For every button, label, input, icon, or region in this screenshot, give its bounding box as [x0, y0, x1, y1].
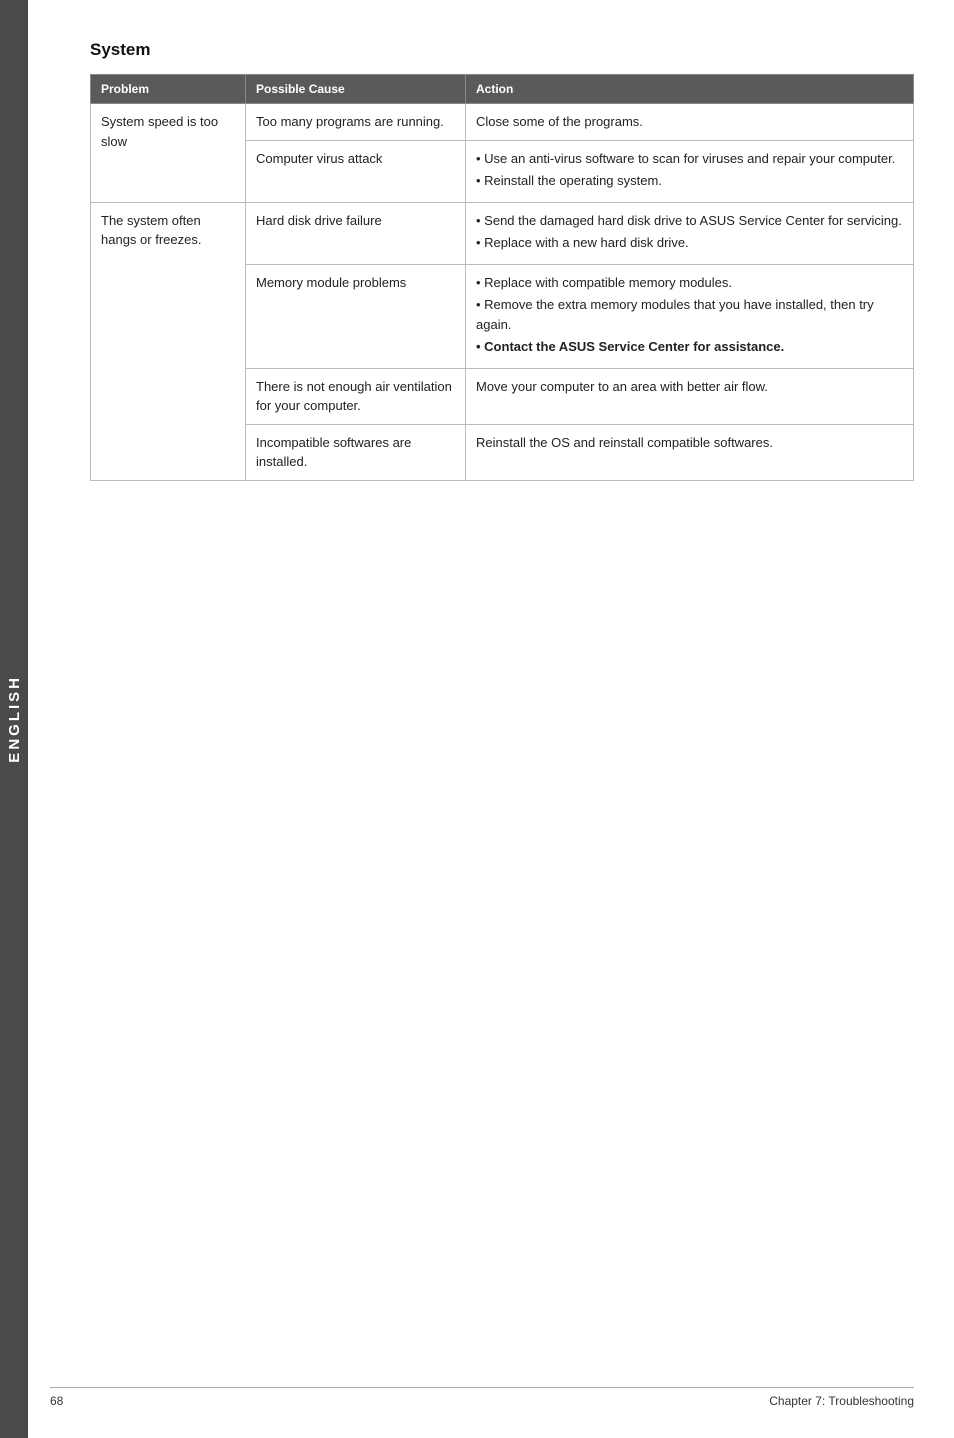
table-row: System speed is too slowToo many program… — [91, 104, 914, 141]
problem-cell: System speed is too slow — [91, 104, 246, 203]
cause-cell: Memory module problems — [246, 264, 466, 368]
cause-cell: Incompatible softwares are installed. — [246, 424, 466, 480]
page-footer: 68 Chapter 7: Troubleshooting — [50, 1387, 914, 1408]
action-item: Remove the extra memory modules that you… — [476, 295, 903, 334]
header-problem: Problem — [91, 75, 246, 104]
action-cell: Reinstall the OS and reinstall compatibl… — [466, 424, 914, 480]
action-item: Replace with a new hard disk drive. — [476, 233, 903, 253]
page-number: 68 — [50, 1394, 63, 1408]
action-list: Use an anti-virus software to scan for v… — [476, 149, 903, 191]
header-cause: Possible Cause — [246, 75, 466, 104]
main-content: System Problem Possible Cause Action Sys… — [50, 0, 954, 541]
action-list: Replace with compatible memory modules.R… — [476, 273, 903, 357]
action-text: Move your computer to an area with bette… — [476, 379, 768, 394]
problem-cell: The system often hangs or freezes. — [91, 202, 246, 480]
table-header-row: Problem Possible Cause Action — [91, 75, 914, 104]
cause-cell: Hard disk drive failure — [246, 202, 466, 264]
section-title: System — [90, 40, 914, 60]
action-cell: Use an anti-virus software to scan for v… — [466, 140, 914, 202]
cause-cell: Too many programs are running. — [246, 104, 466, 141]
chapter-label: Chapter 7: Troubleshooting — [769, 1394, 914, 1408]
action-item: Replace with compatible memory modules. — [476, 273, 903, 293]
side-tab-label: ENGLISH — [6, 675, 23, 763]
action-item: Send the damaged hard disk drive to ASUS… — [476, 211, 903, 231]
header-action: Action — [466, 75, 914, 104]
troubleshooting-table: Problem Possible Cause Action System spe… — [90, 74, 914, 481]
action-cell: Close some of the programs. — [466, 104, 914, 141]
table-row: The system often hangs or freezes.Hard d… — [91, 202, 914, 264]
action-item: Contact the ASUS Service Center for assi… — [476, 337, 903, 357]
action-cell: Move your computer to an area with bette… — [466, 368, 914, 424]
cause-cell: Computer virus attack — [246, 140, 466, 202]
action-text: Reinstall the OS and reinstall compatibl… — [476, 435, 773, 450]
action-item: Reinstall the operating system. — [476, 171, 903, 191]
cause-cell: There is not enough air ventilation for … — [246, 368, 466, 424]
action-cell: Replace with compatible memory modules.R… — [466, 264, 914, 368]
action-cell: Send the damaged hard disk drive to ASUS… — [466, 202, 914, 264]
side-tab: ENGLISH — [0, 0, 28, 1438]
action-list: Send the damaged hard disk drive to ASUS… — [476, 211, 903, 253]
action-item: Use an anti-virus software to scan for v… — [476, 149, 903, 169]
action-text: Close some of the programs. — [476, 114, 643, 129]
